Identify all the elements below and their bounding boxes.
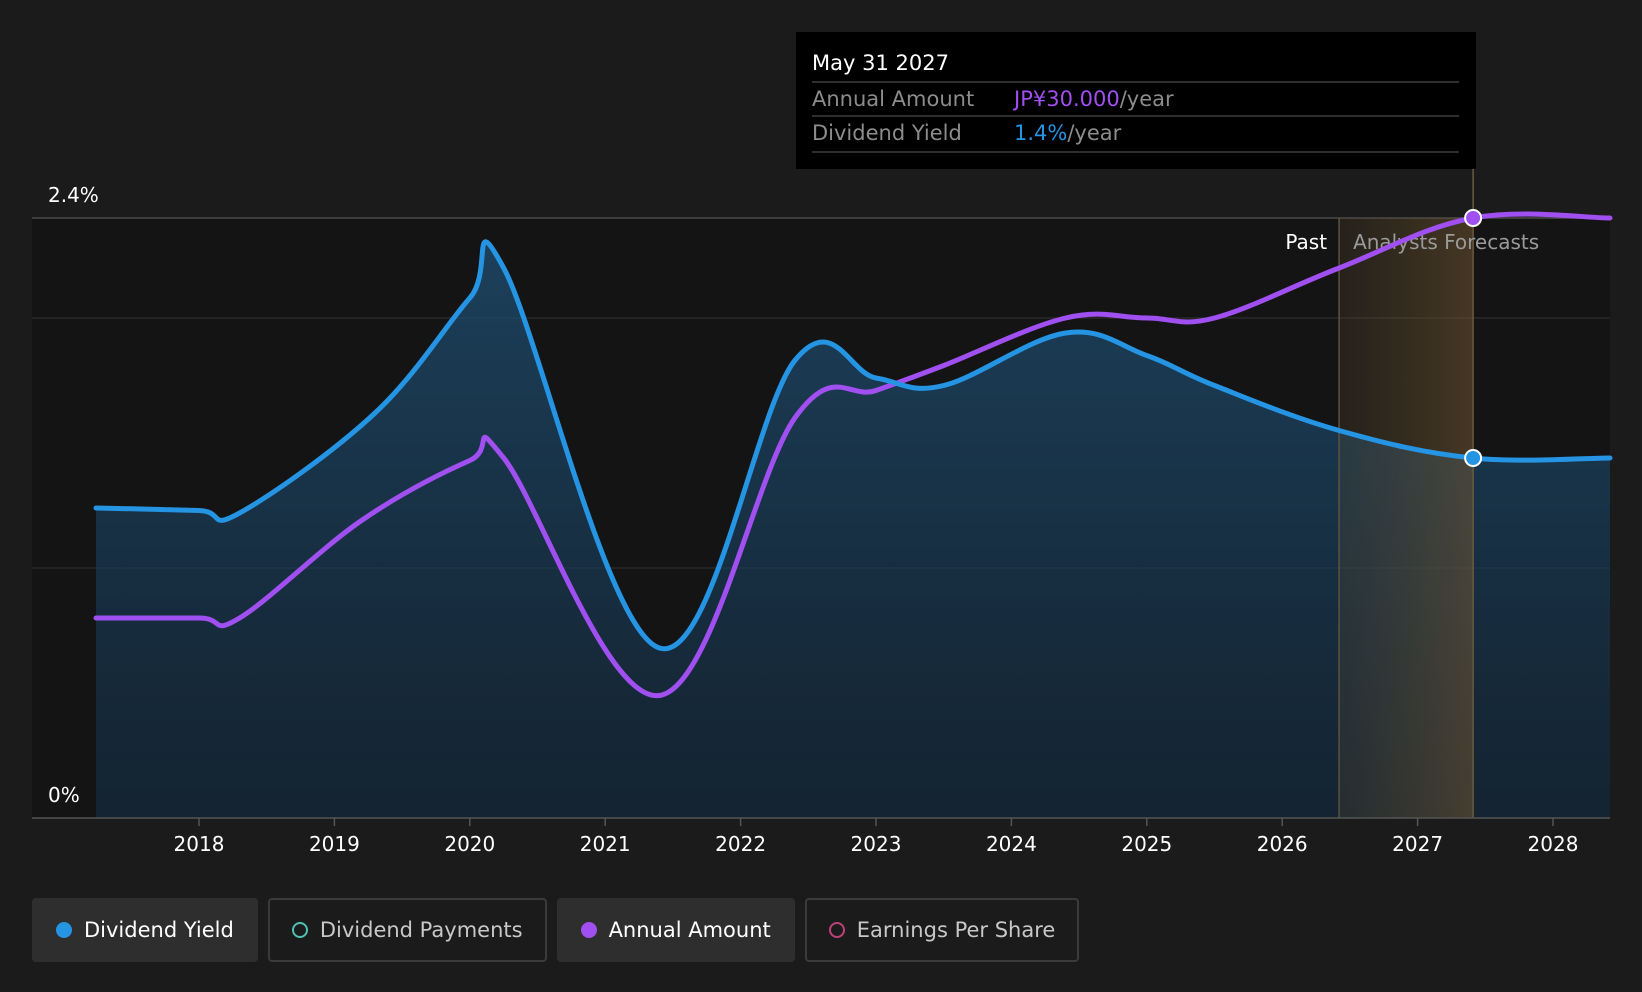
tooltip-value-unit: /year xyxy=(1067,121,1121,145)
chart-svg: Past Analysts Forecasts 2.4%0%2018 2019 202… xyxy=(32,32,1613,856)
legend-dot-icon xyxy=(291,922,308,938)
tooltip-row-label: Dividend Yield xyxy=(812,121,962,145)
x-tick-label: 2024 xyxy=(986,832,1037,856)
tooltip-row-label: Annual Amount xyxy=(812,87,974,111)
forecast-band xyxy=(1339,218,1474,818)
legend: Dividend Yield Dividend Payments Annual Am… xyxy=(32,898,1080,962)
dividend-yield-marker xyxy=(1464,449,1483,467)
legend-earnings-per-share[interactable]: Earnings Per Share xyxy=(804,898,1080,962)
tooltip-row-value: 1.4%/year xyxy=(1014,121,1122,145)
legend-dot-icon xyxy=(580,922,597,938)
x-tick-label: 2022 xyxy=(715,832,766,856)
tooltip-row-value: JP¥30.000/year xyxy=(1012,87,1174,111)
tooltip-date: May 31 2027 xyxy=(812,51,949,75)
x-tick-label: 2019 xyxy=(309,832,360,856)
tooltip-value-unit: /year xyxy=(1120,87,1174,111)
x-tick-label: 2021 xyxy=(580,832,631,856)
x-tick-label: 2018 xyxy=(174,832,225,856)
x-tick-label: 2025 xyxy=(1121,832,1172,856)
x-tick-label: 2028 xyxy=(1528,832,1579,856)
x-tick-label: 2023 xyxy=(851,832,902,856)
annual-amount-marker xyxy=(1464,209,1483,227)
dividend-chart: Past Analysts Forecasts 2.4% 0% 2018 2019 202… xyxy=(0,0,1642,988)
legend-dividend-payments[interactable]: Dividend Payments xyxy=(267,898,547,962)
x-tick-label: 2020 xyxy=(444,832,495,856)
legend-dividend-yield[interactable]: Dividend Yield xyxy=(32,898,258,962)
y-tick-label-bottom: 0% xyxy=(48,783,80,807)
x-tick-label: 2026 xyxy=(1257,832,1308,856)
legend-dot-icon xyxy=(828,922,845,938)
tooltip-value-amount: 1.4% xyxy=(1014,121,1067,145)
y-tick-label-top: 2.4% xyxy=(48,183,99,207)
legend-label: Dividend Payments xyxy=(319,918,523,942)
legend-label: Dividend Yield xyxy=(84,918,234,942)
legend-label: Annual Amount xyxy=(608,918,771,942)
legend-dot-icon xyxy=(56,922,72,938)
legend-label: Earnings Per Share xyxy=(856,918,1056,942)
past-label: Past xyxy=(1285,230,1327,254)
legend-annual-amount[interactable]: Annual Amount xyxy=(556,898,795,962)
tooltip-value-amount: JP¥30.000 xyxy=(1012,87,1120,111)
x-tick-label: 2027 xyxy=(1392,832,1443,856)
